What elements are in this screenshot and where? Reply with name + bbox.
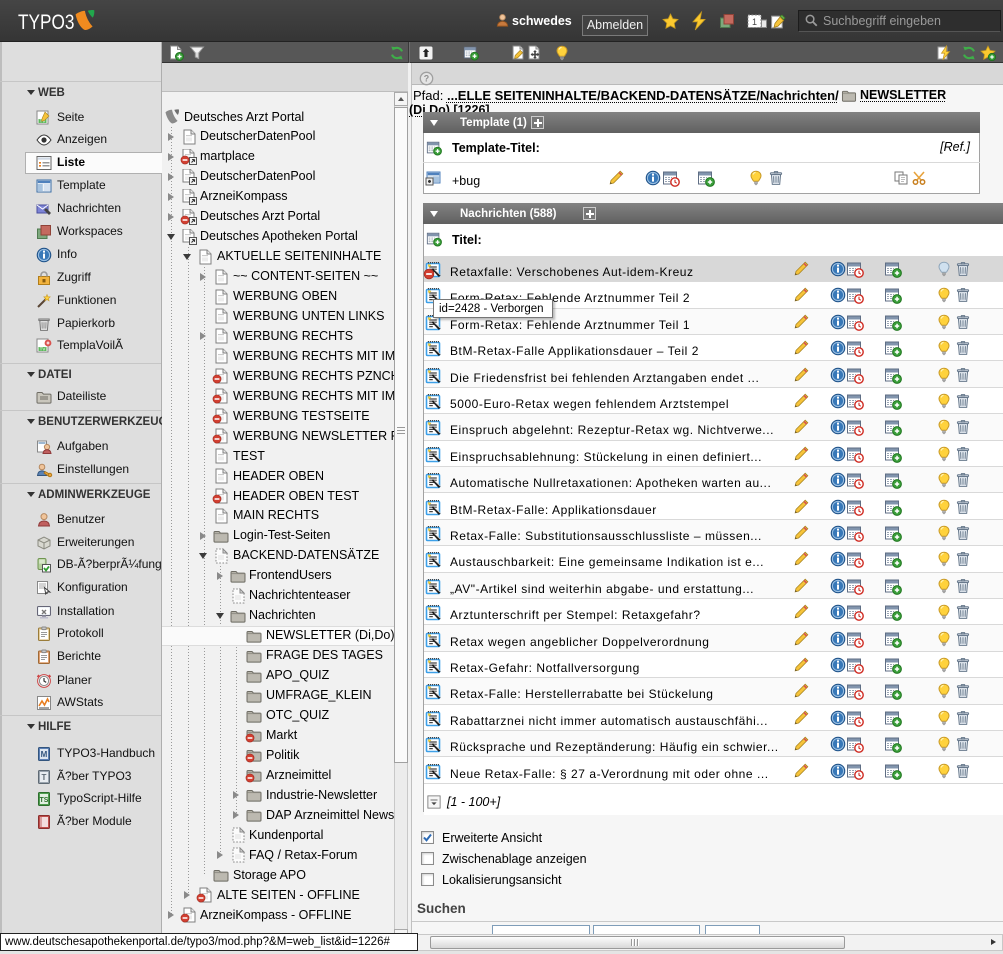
- svg-text:TV: TV: [40, 347, 46, 352]
- svg-text:T: T: [42, 773, 47, 782]
- svg-text:TS: TS: [40, 797, 49, 804]
- svg-text:M: M: [41, 750, 48, 759]
